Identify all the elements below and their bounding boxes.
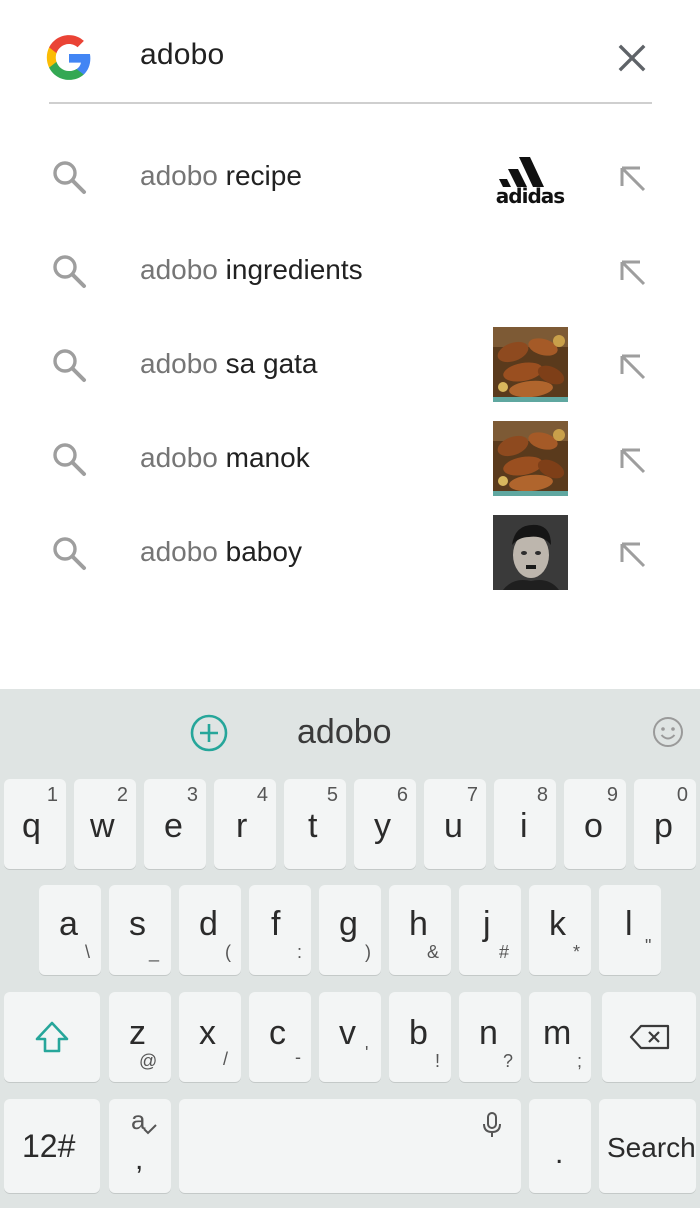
search-key[interactable]: Search — [599, 1099, 696, 1193]
key-o[interactable]: o 9 — [564, 779, 626, 869]
shift-icon — [35, 1021, 69, 1053]
key-p[interactable]: p 0 — [634, 779, 696, 869]
period-key[interactable]: . — [529, 1099, 591, 1193]
backspace-icon — [629, 1024, 670, 1050]
key-d[interactable]: d ( — [179, 885, 241, 975]
key-h[interactable]: h & — [389, 885, 451, 975]
key-x[interactable]: x / — [179, 992, 241, 1082]
key-z[interactable]: z @ — [109, 992, 171, 1082]
key-f[interactable]: f : — [249, 885, 311, 975]
key-c[interactable]: c - — [249, 992, 311, 1082]
key-e[interactable]: e 3 — [144, 779, 206, 869]
emoji-icon[interactable] — [651, 715, 685, 749]
suggestion-label: adobo baboy — [140, 536, 302, 567]
key-s[interactable]: s _ — [109, 885, 171, 975]
key-y[interactable]: y 6 — [354, 779, 416, 869]
key-m[interactable]: m ; — [529, 992, 591, 1082]
keyboard-suggestion-word[interactable]: adobo — [297, 713, 392, 752]
key-a[interactable]: a \ — [39, 885, 101, 975]
symbols-key[interactable]: 12# — [4, 1099, 100, 1193]
fill-query-arrow-icon[interactable] — [614, 348, 650, 384]
language-key[interactable]: a , — [109, 1099, 171, 1193]
fill-query-arrow-icon[interactable] — [614, 442, 650, 478]
suggestion-item[interactable]: adobo manok — [0, 412, 700, 506]
search-icon — [53, 161, 86, 194]
microphone-icon[interactable] — [481, 1111, 503, 1139]
shift-key[interactable] — [4, 992, 100, 1082]
key-r[interactable]: r 4 — [214, 779, 276, 869]
keyboard-suggestion-strip: adobo — [0, 689, 700, 775]
key-t[interactable]: t 5 — [284, 779, 346, 869]
close-icon[interactable] — [608, 34, 656, 82]
space-key[interactable] — [179, 1099, 521, 1193]
search-icon — [53, 537, 86, 570]
search-bar: adobo — [0, 0, 700, 104]
key-i[interactable]: i 8 — [494, 779, 556, 869]
adobo-dish-thumbnail — [493, 421, 568, 496]
key-v[interactable]: v ' — [319, 992, 381, 1082]
key-u[interactable]: u 7 — [424, 779, 486, 869]
key-n[interactable]: n ? — [459, 992, 521, 1082]
suggestion-item[interactable]: adobo recipe adidas — [0, 130, 700, 224]
key-w[interactable]: w 2 — [74, 779, 136, 869]
adobo-dish-thumbnail — [493, 327, 568, 402]
adidas-logo-text: adidas — [496, 184, 564, 208]
key-b[interactable]: b ! — [389, 992, 451, 1082]
suggestion-item[interactable]: adobo ingredients — [0, 224, 700, 318]
google-g-icon[interactable] — [44, 33, 94, 83]
suggestion-item[interactable]: adobo sa gata — [0, 318, 700, 412]
backspace-key[interactable] — [602, 992, 696, 1082]
suggestion-label: adobo sa gata — [140, 348, 318, 379]
search-input[interactable]: adobo — [140, 38, 224, 72]
add-word-plus-icon[interactable] — [189, 713, 229, 753]
suggestion-label: adobo recipe — [140, 160, 302, 191]
search-icon — [53, 349, 86, 382]
key-q[interactable]: q 1 — [4, 779, 66, 869]
portrait-thumbnail — [493, 515, 568, 590]
suggestion-item[interactable]: adobo baboy — [0, 506, 700, 600]
adidas-logo: adidas — [493, 139, 568, 214]
key-g[interactable]: g ) — [319, 885, 381, 975]
search-icon — [53, 443, 86, 476]
checkmark-icon — [143, 1124, 157, 1135]
fill-query-arrow-icon[interactable] — [614, 160, 650, 196]
key-l[interactable]: l " — [599, 885, 661, 975]
suggestion-label: adobo manok — [140, 442, 310, 473]
key-j[interactable]: j # — [459, 885, 521, 975]
key-k[interactable]: k * — [529, 885, 591, 975]
fill-query-arrow-icon[interactable] — [614, 536, 650, 572]
on-screen-keyboard: adobo q 1 w 2 e 3 r 4 t 5 y 6 u 7 i 8 o … — [0, 689, 700, 1208]
search-icon — [53, 255, 86, 288]
suggestion-label: adobo ingredients — [140, 254, 363, 285]
search-divider — [49, 102, 652, 104]
fill-query-arrow-icon[interactable] — [614, 254, 650, 290]
